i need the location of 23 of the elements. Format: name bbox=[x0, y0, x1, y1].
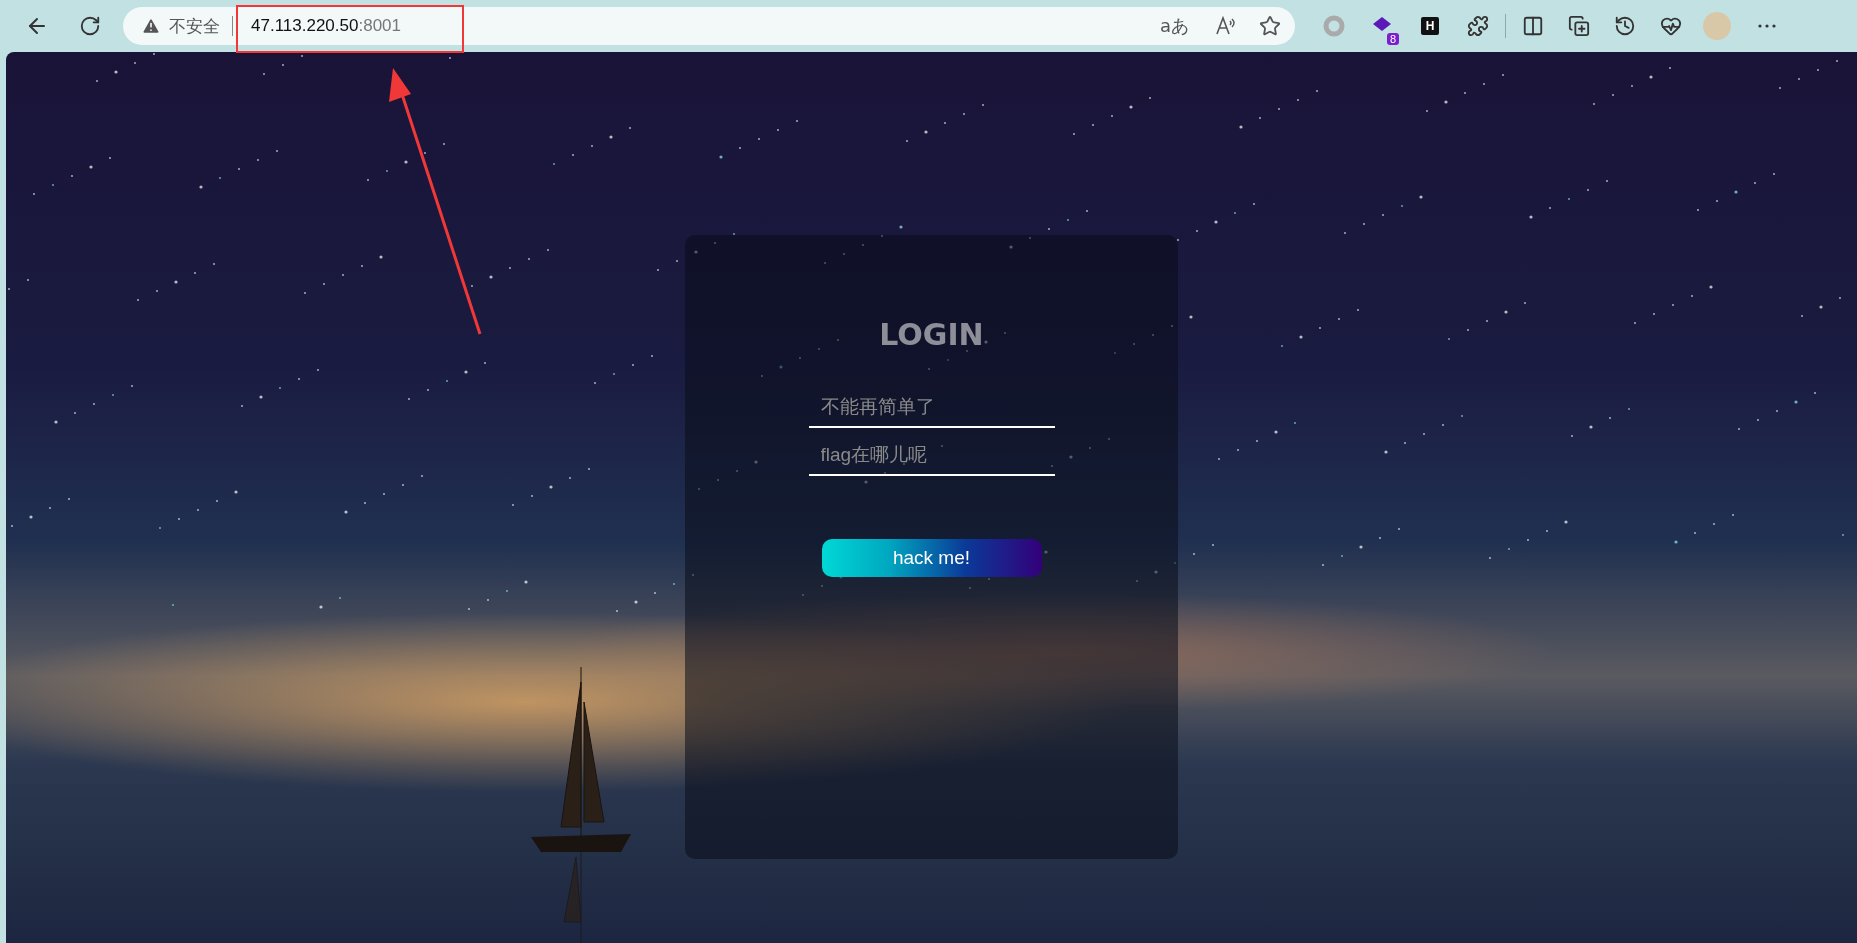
avatar bbox=[1703, 12, 1731, 40]
extension-button[interactable]: H bbox=[1411, 7, 1449, 45]
favorite-star-icon[interactable] bbox=[1259, 15, 1281, 37]
read-aloud-icon[interactable] bbox=[1215, 16, 1237, 36]
extension-button[interactable]: 8 bbox=[1363, 7, 1401, 45]
address-bar[interactable]: 不安全 47.113.220.50:8001 aあ bbox=[123, 7, 1295, 45]
translate-icon[interactable]: aあ bbox=[1159, 14, 1189, 38]
ring-icon bbox=[1323, 15, 1345, 37]
refresh-icon bbox=[79, 15, 101, 37]
warning-icon bbox=[141, 16, 161, 36]
puzzle-icon bbox=[1467, 15, 1489, 37]
url-text: 47.113.220.50:8001 bbox=[251, 16, 402, 36]
heart-pulse-icon bbox=[1660, 15, 1682, 37]
input-field[interactable]: flag在哪儿呢 bbox=[808, 436, 1055, 476]
login-title: LOGIN bbox=[879, 317, 984, 352]
history-icon bbox=[1614, 15, 1636, 37]
security-label: 不安全 bbox=[169, 14, 220, 38]
collections-icon bbox=[1568, 15, 1590, 37]
more-icon bbox=[1758, 24, 1776, 28]
split-screen-icon bbox=[1522, 15, 1544, 37]
hack-me-button[interactable]: hack me! bbox=[821, 539, 1042, 577]
input-field[interactable]: 不能再简单了 bbox=[808, 388, 1055, 428]
extension-badge: 8 bbox=[1386, 33, 1399, 45]
